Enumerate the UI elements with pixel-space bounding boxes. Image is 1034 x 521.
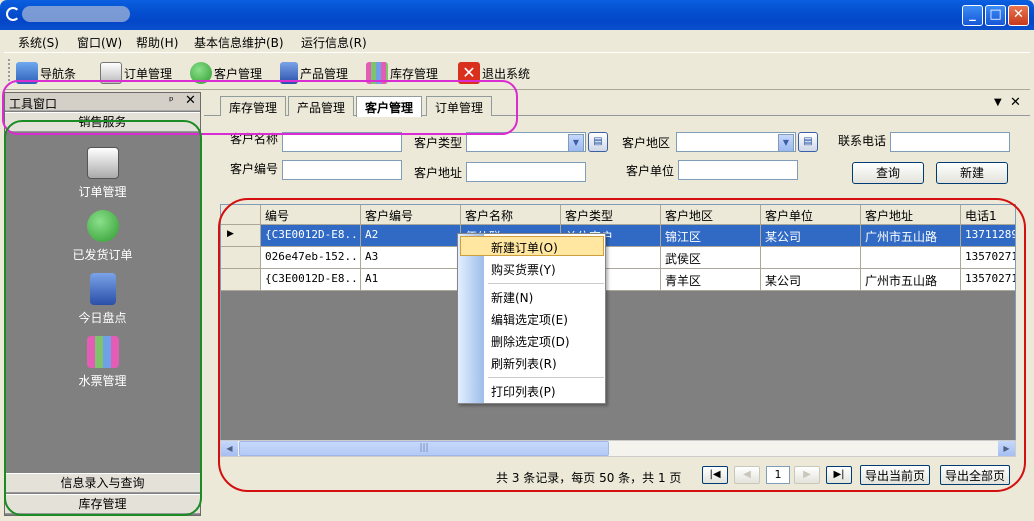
customer-id-input[interactable] — [282, 160, 402, 180]
orders-label: 订单管理 — [124, 66, 173, 81]
exit-label: 退出系统 — [482, 66, 531, 81]
menu-basic-info[interactable]: 基本信息维护(B) — [194, 34, 284, 51]
customer-type-label: 客户类型 — [414, 136, 463, 150]
menu-window[interactable]: 窗口(W) — [77, 34, 122, 51]
new-button[interactable]: 新建 — [936, 162, 1008, 184]
nav-label: 导航条 — [40, 66, 77, 81]
products-label: 产品管理 — [300, 66, 349, 81]
search-form: 客户名称 客户类型 ▼ ▤ 客户地区 ▼ ▤ 联系电话 客户编号 客户地址 客户… — [216, 128, 1020, 190]
company-input[interactable] — [678, 160, 798, 180]
customer-region-label: 客户地区 — [622, 136, 671, 150]
phone-input[interactable] — [890, 132, 1010, 152]
customer-type-select[interactable]: ▼ — [466, 132, 586, 152]
close-button[interactable]: ✕ — [1008, 5, 1029, 26]
customer-region-select[interactable]: ▼ — [676, 132, 796, 152]
chevron-down-icon[interactable]: ▼ — [778, 134, 794, 152]
customers-label: 客户管理 — [214, 66, 263, 81]
inventory-label: 库存管理 — [390, 66, 439, 81]
address-input[interactable] — [466, 162, 586, 182]
annotation-red-oval — [218, 198, 1026, 492]
maximize-button[interactable]: □ — [985, 5, 1006, 26]
minimize-button[interactable]: _ — [962, 5, 983, 26]
annotation-green-oval — [4, 120, 202, 516]
title-bar: _ □ ✕ — [0, 0, 1034, 30]
tab-close-icon[interactable]: ✕ — [1010, 95, 1021, 110]
app-icon — [6, 7, 20, 21]
phone-label: 联系电话 — [838, 134, 887, 148]
search-button[interactable]: 查询 — [852, 162, 924, 184]
customer-id-label: 客户编号 — [230, 162, 279, 176]
menu-help[interactable]: 帮助(H) — [136, 34, 178, 51]
company-label: 客户单位 — [626, 164, 675, 178]
address-label: 客户地址 — [414, 166, 463, 180]
menu-bar: 系统(S) 窗口(W) 帮助(H) 基本信息维护(B) 运行信息(R) — [4, 30, 1030, 52]
menu-run-info[interactable]: 运行信息(R) — [301, 34, 367, 51]
redacted-window-title — [22, 6, 130, 22]
type-picker-button[interactable]: ▤ — [588, 132, 608, 152]
chevron-down-icon[interactable]: ▼ — [568, 134, 584, 152]
customer-name-input[interactable] — [282, 132, 402, 152]
tab-list-icon[interactable]: ▼ — [994, 97, 1002, 108]
region-picker-button[interactable]: ▤ — [798, 132, 818, 152]
menu-system[interactable]: 系统(S) — [18, 34, 59, 51]
